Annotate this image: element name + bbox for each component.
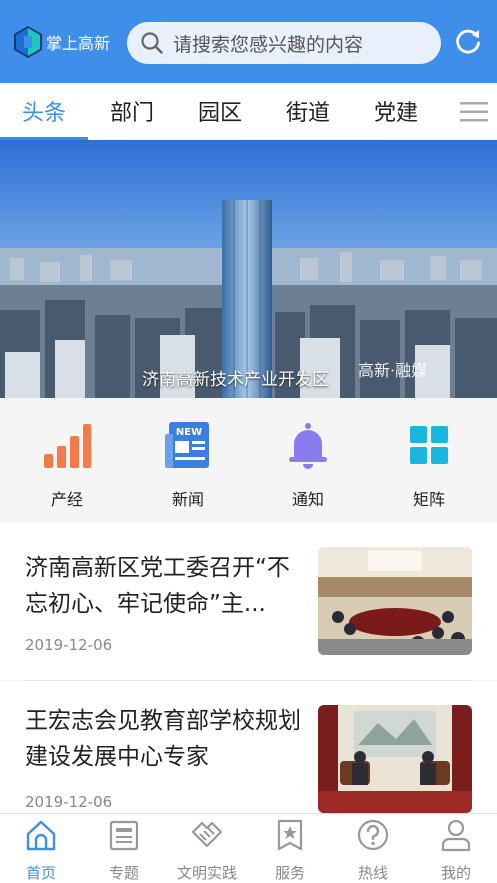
nav-label: 服务 <box>274 864 305 882</box>
nav-label: 专题 <box>108 864 139 882</box>
quick-link-industry[interactable]: 产经 <box>27 420 107 510</box>
nav-services[interactable]: 服务 <box>249 818 331 883</box>
tab-party[interactable]: 党建 <box>374 95 418 127</box>
newspaper-icon: NEW <box>165 422 209 468</box>
quick-link-news[interactable]: NEW 新闻 <box>148 420 228 510</box>
refresh-icon[interactable] <box>453 27 483 57</box>
quick-link-matrix[interactable]: 矩阵 <box>389 420 469 510</box>
handshake-icon <box>191 821 223 848</box>
news-title: 王宏志会见教育部学校规划建设发展中心专家 <box>25 708 301 770</box>
search-placeholder: 请搜索您感兴趣的内容 <box>173 33 364 56</box>
user-icon <box>441 819 471 852</box>
news-item[interactable]: 济南高新区党工委召开“不忘初心、牢记使命”主... 2019-12-06 <box>0 522 497 680</box>
news-thumbnail <box>318 547 472 655</box>
nav-profile[interactable]: 我的 <box>415 818 497 883</box>
bottom-navigation: 首页 专题 文明实践 服务 热线 我的 <box>0 813 497 883</box>
topic-icon <box>109 820 139 851</box>
search-bar[interactable]: 请搜索您感兴趣的内容 <box>127 22 441 64</box>
nav-home[interactable]: 首页 <box>0 818 82 883</box>
nav-hotline[interactable]: 热线 <box>332 818 414 883</box>
news-date: 2019-12-06 <box>25 636 113 654</box>
service-icon <box>277 819 303 851</box>
bell-icon <box>289 423 327 469</box>
tab-departments[interactable]: 部门 <box>110 95 154 127</box>
tab-parks[interactable]: 园区 <box>198 95 242 127</box>
quick-link-label: 新闻 <box>171 490 204 509</box>
news-thumbnail <box>318 705 472 813</box>
menu-icon[interactable] <box>460 100 488 124</box>
grid-icon <box>410 426 448 464</box>
nav-label: 首页 <box>25 864 56 882</box>
app-logo: 掌上高新 <box>14 26 110 58</box>
logo-mark-icon <box>14 26 42 58</box>
nav-label: 文明实践 <box>176 864 237 882</box>
app-header: 掌上高新 请搜索您感兴趣的内容 <box>0 0 497 83</box>
question-icon <box>357 819 389 851</box>
nav-label: 我的 <box>440 864 471 882</box>
svg-text:NEW: NEW <box>176 427 202 438</box>
nav-civilization[interactable]: 文明实践 <box>166 818 248 883</box>
quick-link-notice[interactable]: 通知 <box>268 420 348 510</box>
app-name: 掌上高新 <box>46 34 111 53</box>
news-title: 济南高新区党工委召开“不忘初心、牢记使命”主... <box>25 555 290 617</box>
tab-streets[interactable]: 街道 <box>286 95 330 127</box>
tab-headlines[interactable]: 头条 <box>22 95 66 127</box>
banner-watermark: 高新·融媒 <box>358 361 428 380</box>
banner-caption: 济南高新技术产业开发区 <box>142 370 329 390</box>
quick-link-label: 产经 <box>50 490 83 509</box>
nav-label: 热线 <box>357 864 388 882</box>
bar-chart-icon <box>44 424 91 468</box>
category-tabs: 头条 部门 园区 街道 党建 <box>0 83 497 140</box>
news-date: 2019-12-06 <box>25 793 113 811</box>
quick-links: 产经 NEW 新闻 通知 矩阵 <box>0 398 497 522</box>
nav-topics[interactable]: 专题 <box>83 818 165 883</box>
search-icon <box>141 32 163 54</box>
quick-link-label: 通知 <box>291 490 324 509</box>
home-icon <box>26 820 56 851</box>
quick-link-label: 矩阵 <box>412 490 445 509</box>
